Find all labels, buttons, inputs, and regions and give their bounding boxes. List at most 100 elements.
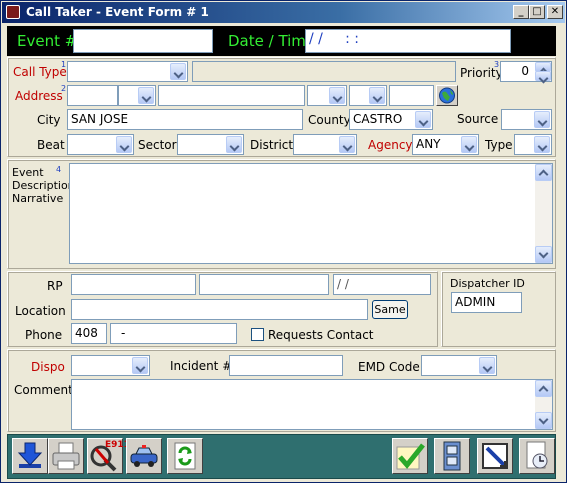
requests-contact-label: Requests Contact: [268, 328, 374, 342]
datetime-label: Date / Time: [228, 32, 316, 50]
globe-icon: [439, 87, 455, 104]
submit-check-button[interactable]: [392, 438, 428, 474]
event-number-label: Event #: [17, 32, 78, 50]
source-select[interactable]: [501, 109, 552, 130]
dispo-select[interactable]: [71, 355, 150, 376]
narrative-textarea[interactable]: [69, 163, 553, 264]
location-label: Location: [15, 304, 66, 318]
requests-contact-checkbox[interactable]: [251, 328, 264, 341]
close-button[interactable]: ✕: [547, 5, 563, 19]
county-select[interactable]: CASTRO: [349, 109, 433, 130]
address-street-field[interactable]: [158, 85, 305, 106]
address-label: Address: [15, 89, 63, 103]
beat-label: Beat: [37, 138, 65, 152]
checkmark-icon: [396, 443, 425, 470]
narrative-scrollbar[interactable]: [535, 164, 552, 263]
agency-label: Agency: [368, 138, 413, 152]
police-car-icon: [130, 445, 158, 467]
dispo-label: Dispo: [31, 360, 65, 374]
chevron-down-icon[interactable]: [415, 111, 431, 128]
app-icon: [6, 5, 20, 19]
edit-pen-button[interactable]: [477, 438, 513, 474]
printer-icon: [52, 442, 80, 470]
scroll-down-icon[interactable]: [535, 412, 552, 429]
sector-label: Sector: [138, 138, 177, 152]
maximize-button[interactable]: □: [529, 5, 545, 19]
narrative-label-narrative: Narrative: [12, 192, 64, 205]
datetime-field[interactable]: / / : :: [305, 29, 511, 53]
comment-scrollbar[interactable]: [535, 380, 552, 429]
rp-first-name-field[interactable]: [199, 274, 329, 295]
call-taker-window: Call Taker - Event Form # 1 _ □ ✕ Event …: [0, 0, 567, 483]
chevron-down-icon[interactable]: [132, 357, 148, 374]
district-label: District: [250, 138, 294, 152]
rp-last-name-field[interactable]: [71, 274, 196, 295]
scroll-up-icon[interactable]: [535, 380, 552, 397]
chevron-down-icon[interactable]: [170, 63, 186, 80]
narrative-label-description: Description: [12, 179, 75, 192]
call-type-label: Call Type: [13, 65, 67, 79]
dispatcher-id-field[interactable]: ADMIN: [451, 292, 522, 313]
title-bar: Call Taker - Event Form # 1 _ □ ✕: [2, 2, 565, 23]
chevron-down-icon[interactable]: [116, 136, 132, 153]
chevron-down-icon[interactable]: [339, 136, 355, 153]
call-type-select[interactable]: [67, 61, 188, 82]
emd-code-label: EMD Code: [358, 360, 420, 374]
sector-select[interactable]: [177, 134, 244, 155]
chevron-down-icon[interactable]: [369, 87, 385, 104]
address-number-field[interactable]: [67, 85, 118, 106]
rp-label: RP: [47, 279, 63, 293]
download-arrow-icon: [17, 442, 43, 468]
comment-textarea[interactable]: [71, 379, 553, 430]
chevron-down-icon[interactable]: [226, 136, 242, 153]
city-field[interactable]: SAN JOSE: [67, 109, 303, 130]
address-street-type-select[interactable]: [307, 85, 347, 106]
agency-select[interactable]: ANY: [412, 134, 479, 155]
file-cabinet-icon: [443, 441, 461, 471]
address-prefix-select[interactable]: [118, 85, 156, 106]
priority-spin[interactable]: [535, 62, 551, 81]
source-label: Source: [457, 112, 499, 126]
scroll-up-icon[interactable]: [535, 164, 552, 181]
minimize-button[interactable]: _: [513, 5, 529, 19]
rp-date-field[interactable]: / /: [333, 274, 431, 295]
dispatcher-id-label: Dispatcher ID: [450, 277, 525, 290]
incident-number-label: Incident #: [170, 359, 233, 373]
narrative-label-event: Event: [12, 166, 44, 179]
e911-button[interactable]: E911: [87, 438, 130, 474]
location-field[interactable]: [71, 299, 368, 320]
narrative-sup: 4: [56, 165, 62, 174]
chevron-down-icon[interactable]: [534, 136, 550, 153]
timer-button[interactable]: [519, 438, 555, 474]
type-select[interactable]: [514, 134, 552, 155]
comment-label: Comment: [14, 383, 73, 397]
call-type-sup: 1: [61, 60, 67, 69]
address-suffix-select[interactable]: [349, 85, 387, 106]
chevron-down-icon[interactable]: [461, 136, 477, 153]
chevron-down-icon[interactable]: [534, 111, 550, 128]
save-download-button[interactable]: [12, 438, 48, 474]
address-unit-field[interactable]: [389, 85, 434, 106]
refresh-button[interactable]: [167, 438, 203, 474]
district-select[interactable]: [293, 134, 357, 155]
phone-area-field[interactable]: 408: [71, 323, 107, 344]
phone-label: Phone: [25, 328, 63, 342]
emd-code-select[interactable]: [421, 355, 497, 376]
incident-number-field[interactable]: [229, 355, 343, 376]
print-button[interactable]: [48, 438, 84, 474]
phone-number-field[interactable]: -: [110, 323, 237, 344]
chevron-down-icon[interactable]: [479, 357, 495, 374]
event-number-field[interactable]: [73, 29, 213, 53]
map-globe-button[interactable]: [436, 85, 458, 106]
agency-value: ANY: [416, 137, 441, 151]
chevron-down-icon[interactable]: [138, 87, 154, 104]
dispatch-unit-button[interactable]: [126, 438, 162, 474]
beat-select[interactable]: [67, 134, 134, 155]
scroll-down-icon[interactable]: [535, 246, 552, 263]
same-button[interactable]: Same: [372, 300, 408, 319]
city-label: City: [37, 113, 61, 127]
address-sup: 2: [61, 84, 67, 93]
file-cabinet-button[interactable]: [434, 438, 470, 474]
spin-down-icon[interactable]: [535, 71, 551, 81]
chevron-down-icon[interactable]: [329, 87, 345, 104]
